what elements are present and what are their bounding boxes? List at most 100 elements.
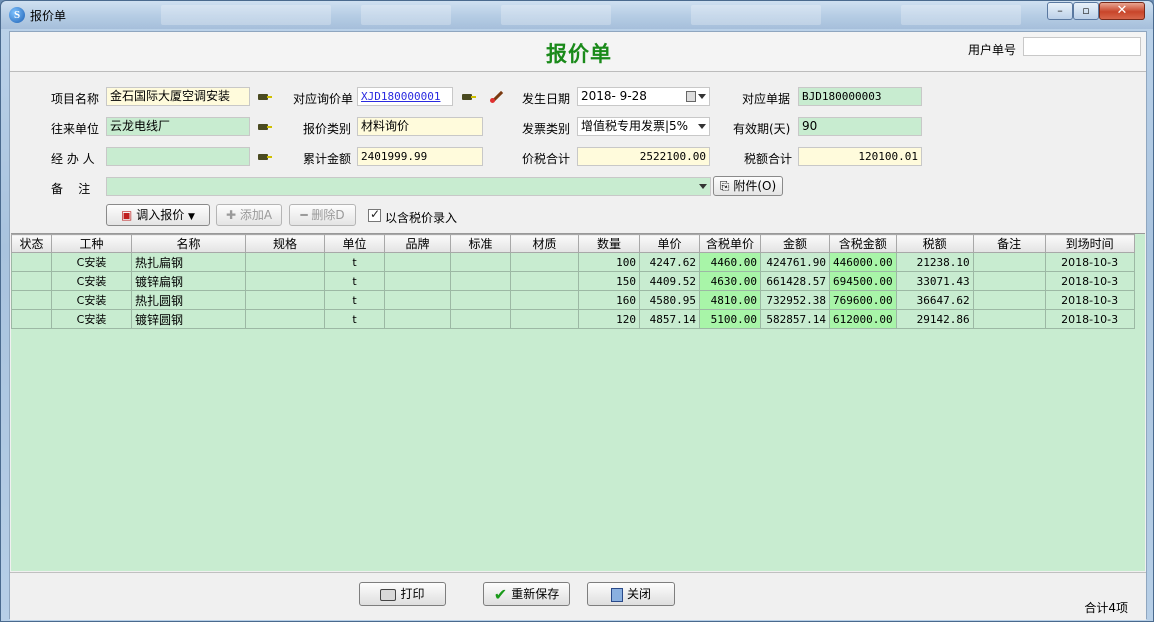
cell-tax-unit-price[interactable]: 5100.00 bbox=[699, 309, 761, 329]
cell-trade[interactable]: C安装 bbox=[51, 252, 132, 272]
col-unit[interactable]: 单位 bbox=[324, 234, 385, 253]
print-button[interactable]: 打印 bbox=[359, 582, 446, 606]
edit-tool-icon[interactable] bbox=[488, 88, 504, 104]
cell-arrival-time[interactable]: 2018-10-3 bbox=[1044, 309, 1135, 329]
cell-trade[interactable]: C安装 bbox=[51, 309, 132, 329]
cell-name[interactable]: 热扎圆钢 bbox=[131, 290, 246, 310]
cell-name[interactable]: 镀锌扁钢 bbox=[131, 271, 246, 291]
cell-material[interactable] bbox=[510, 309, 579, 329]
col-name[interactable]: 名称 bbox=[131, 234, 246, 253]
tax-included-checkbox[interactable] bbox=[368, 207, 381, 222]
cell-unit[interactable]: t bbox=[324, 309, 385, 329]
cell-unit[interactable]: t bbox=[324, 252, 385, 272]
cell-remark[interactable] bbox=[972, 309, 1046, 329]
cell-trade[interactable]: C安装 bbox=[51, 271, 132, 291]
cell-amount[interactable]: 661428.57 bbox=[760, 271, 830, 291]
cell-arrival-time[interactable]: 2018-10-3 bbox=[1044, 252, 1135, 272]
cell-spec[interactable] bbox=[245, 309, 325, 329]
cell-material[interactable] bbox=[510, 271, 579, 291]
partner-field[interactable]: 云龙电线厂 bbox=[106, 117, 250, 136]
cell-amount[interactable]: 424761.90 bbox=[760, 252, 830, 272]
cell-unit[interactable]: t bbox=[324, 271, 385, 291]
handler-field[interactable] bbox=[106, 147, 250, 166]
resave-button[interactable]: ✔ 重新保存 bbox=[483, 582, 570, 606]
load-quote-button[interactable]: ▣ 调入报价 ▼ bbox=[106, 204, 210, 226]
add-row-button[interactable]: ✚ 添加A bbox=[216, 204, 282, 226]
cell-unit-price[interactable]: 4580.95 bbox=[639, 290, 700, 310]
cell-unit-price[interactable]: 4247.62 bbox=[639, 252, 700, 272]
col-arrival-time[interactable]: 到场时间 bbox=[1044, 234, 1135, 253]
cell-arrival-time[interactable]: 2018-10-3 bbox=[1044, 290, 1135, 310]
col-status[interactable]: 状态 bbox=[11, 234, 52, 253]
cell-standard[interactable] bbox=[450, 271, 511, 291]
delete-row-button[interactable]: ━ 删除D bbox=[289, 204, 356, 226]
col-unit-price[interactable]: 单价 bbox=[639, 234, 700, 253]
cell-trade[interactable]: C安装 bbox=[51, 290, 132, 310]
cell-tax-amount[interactable]: 446000.00 bbox=[829, 252, 897, 272]
cell-remark[interactable] bbox=[972, 290, 1046, 310]
cell-tax-amount[interactable]: 769600.00 bbox=[829, 290, 897, 310]
cell-name[interactable]: 热扎扁钢 bbox=[131, 252, 246, 272]
inquiry-lookup-icon[interactable] bbox=[460, 91, 476, 103]
cell-remark[interactable] bbox=[972, 271, 1046, 291]
cell-tax[interactable]: 36647.62 bbox=[895, 290, 974, 310]
close-button[interactable]: 关闭 bbox=[587, 582, 675, 606]
bill-field[interactable]: BJD180000003 bbox=[798, 87, 922, 106]
col-tax-unit-price[interactable]: 含税单价 bbox=[699, 234, 761, 253]
cell-tax-unit-price[interactable]: 4810.00 bbox=[699, 290, 761, 310]
col-standard[interactable]: 标准 bbox=[450, 234, 511, 253]
cell-tax-unit-price[interactable]: 4630.00 bbox=[699, 271, 761, 291]
cell-standard[interactable] bbox=[450, 309, 511, 329]
cell-standard[interactable] bbox=[450, 252, 511, 272]
cell-unit-price[interactable]: 4409.52 bbox=[639, 271, 700, 291]
col-quantity[interactable]: 数量 bbox=[578, 234, 640, 253]
table-row[interactable]: C安装 镀锌扁钢 t 150 4409.52 4630.00 661428.57… bbox=[11, 271, 1135, 291]
cell-spec[interactable] bbox=[245, 290, 325, 310]
cell-status[interactable] bbox=[11, 252, 52, 272]
cell-name[interactable]: 镀锌圆钢 bbox=[131, 309, 246, 329]
project-name-field[interactable]: 金石国际大厦空调安装 bbox=[106, 87, 250, 106]
cell-quantity[interactable]: 100 bbox=[578, 252, 640, 272]
col-material[interactable]: 材质 bbox=[510, 234, 579, 253]
cell-spec[interactable] bbox=[245, 252, 325, 272]
cell-arrival-time[interactable]: 2018-10-3 bbox=[1044, 271, 1135, 291]
close-window-button[interactable]: ✕ bbox=[1099, 2, 1145, 20]
col-trade[interactable]: 工种 bbox=[51, 234, 132, 253]
cell-spec[interactable] bbox=[245, 271, 325, 291]
cell-material[interactable] bbox=[510, 252, 579, 272]
col-tax[interactable]: 税额 bbox=[895, 234, 974, 253]
date-picker[interactable]: 2018- 9-28 bbox=[577, 87, 710, 106]
cell-brand[interactable] bbox=[384, 290, 451, 310]
cell-unit-price[interactable]: 4857.14 bbox=[639, 309, 700, 329]
col-amount[interactable]: 金额 bbox=[760, 234, 830, 253]
cell-quantity[interactable]: 150 bbox=[578, 271, 640, 291]
table-row[interactable]: C安装 热扎扁钢 t 100 4247.62 4460.00 424761.90… bbox=[11, 252, 1135, 272]
cell-status[interactable] bbox=[11, 271, 52, 291]
cell-quantity[interactable]: 120 bbox=[578, 309, 640, 329]
cell-amount[interactable]: 732952.38 bbox=[760, 290, 830, 310]
minimize-button[interactable]: – bbox=[1047, 2, 1073, 20]
quote-type-field[interactable]: 材料询价 bbox=[357, 117, 483, 136]
col-remark[interactable]: 备注 bbox=[972, 234, 1046, 253]
cell-brand[interactable] bbox=[384, 252, 451, 272]
project-lookup-icon[interactable] bbox=[256, 91, 272, 103]
cell-status[interactable] bbox=[11, 290, 52, 310]
cell-tax-amount[interactable]: 694500.00 bbox=[829, 271, 897, 291]
cell-material[interactable] bbox=[510, 290, 579, 310]
valid-days-field[interactable]: 90 bbox=[798, 117, 922, 136]
cell-tax[interactable]: 29142.86 bbox=[895, 309, 974, 329]
cell-standard[interactable] bbox=[450, 290, 511, 310]
cell-tax-amount[interactable]: 612000.00 bbox=[829, 309, 897, 329]
remark-field[interactable] bbox=[106, 177, 711, 196]
invoice-type-select[interactable]: 增值税专用发票|5% bbox=[577, 117, 710, 136]
maximize-button[interactable]: ▫ bbox=[1073, 2, 1099, 20]
user-no-field[interactable] bbox=[1023, 37, 1141, 56]
cell-brand[interactable] bbox=[384, 309, 451, 329]
cell-quantity[interactable]: 160 bbox=[578, 290, 640, 310]
inquiry-link[interactable]: XJD180000001 bbox=[357, 87, 453, 106]
col-tax-amount[interactable]: 含税金额 bbox=[829, 234, 897, 253]
title-bar[interactable]: S 报价单 – ▫ ✕ bbox=[1, 1, 1153, 29]
cell-status[interactable] bbox=[11, 309, 52, 329]
table-row[interactable]: C安装 镀锌圆钢 t 120 4857.14 5100.00 582857.14… bbox=[11, 309, 1135, 329]
cell-tax[interactable]: 33071.43 bbox=[895, 271, 974, 291]
